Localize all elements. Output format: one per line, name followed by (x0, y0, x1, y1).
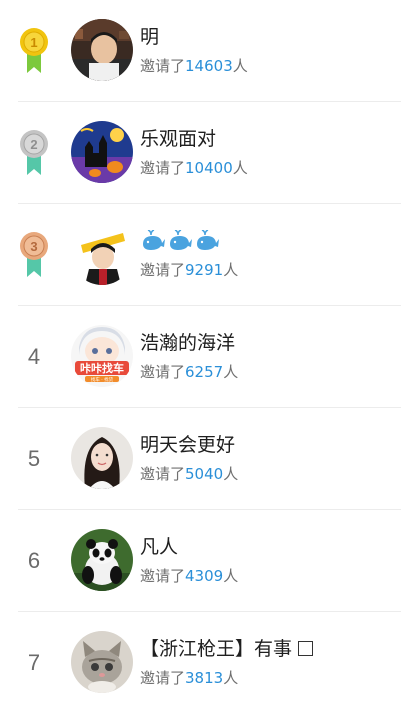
whale-icon (170, 230, 192, 250)
woman-photo-avatar (71, 427, 133, 489)
avatar[interactable] (71, 121, 133, 183)
user-name (140, 228, 220, 254)
ranking-row-3[interactable]: 3 邀请了9291人 (0, 204, 401, 306)
user-name: 【浙江枪王】有事 (140, 636, 314, 662)
halloween-castle-avatar (71, 121, 133, 183)
user-name: 明天会更好 (140, 434, 236, 456)
kitten-photo-avatar (71, 631, 133, 693)
invite-count: 3813 (185, 669, 224, 687)
whale-emoji-group (140, 228, 220, 254)
invite-count: 14603 (185, 57, 233, 75)
invite-count-text: 邀请了6257人 (140, 363, 239, 381)
avatar[interactable] (71, 631, 133, 693)
user-name: 浩瀚的海洋 (140, 332, 236, 354)
whale-icon (143, 230, 165, 250)
anime-girl-sticker-avatar: 咔咔找车 找车 · 找货 (71, 325, 133, 387)
ranking-row-2[interactable]: 2 乐观面对 邀请了10400人 (0, 102, 401, 204)
ranking-row-6[interactable]: 6 凡人 邀请了4309人 (0, 510, 401, 612)
invite-count-text: 邀请了10400人 (140, 159, 248, 177)
gold-medal-icon: 1 (14, 24, 54, 78)
invite-ranking-list: 1 明 邀请了14603人 2 乐观面对 邀请了10400人 3 邀请了9291… (0, 0, 401, 706)
svg-text:找车 · 找货: 找车 · 找货 (91, 376, 114, 383)
svg-text:2: 2 (30, 137, 37, 152)
user-name: 凡人 (140, 536, 179, 558)
avatar[interactable] (71, 19, 133, 81)
panda-photo-avatar (71, 529, 133, 591)
anime-pirate-avatar (71, 223, 133, 285)
invite-count-text: 邀请了9291人 (140, 261, 239, 279)
invite-count: 6257 (185, 363, 224, 381)
invite-count: 9291 (185, 261, 224, 279)
svg-text:3: 3 (30, 239, 37, 254)
svg-text:1: 1 (30, 35, 37, 50)
invite-count-text: 邀请了14603人 (140, 57, 248, 75)
avatar[interactable]: 咔咔找车 找车 · 找货 (71, 325, 133, 387)
whale-icon (197, 230, 219, 250)
rank-number: 6 (27, 548, 41, 573)
avatar[interactable] (71, 223, 133, 285)
boy-photo-avatar (71, 19, 133, 81)
user-name: 明 (140, 26, 160, 48)
rank-number: 4 (27, 344, 41, 369)
invite-count-text: 邀请了4309人 (140, 567, 239, 585)
bronze-medal-icon: 3 (14, 228, 54, 282)
avatar[interactable] (71, 427, 133, 489)
invite-count-text: 邀请了5040人 (140, 465, 239, 483)
box-glyph-icon (298, 641, 314, 656)
ranking-row-1[interactable]: 1 明 邀请了14603人 (0, 0, 401, 102)
ranking-row-5[interactable]: 5 明天会更好 邀请了5040人 (0, 408, 401, 510)
ranking-row-7[interactable]: 7 【浙江枪王】有事 邀请了3813人 (0, 612, 401, 714)
ranking-row-4[interactable]: 4 咔咔找车 找车 · 找货 浩瀚的海洋 邀请了6257人 (0, 306, 401, 408)
invite-count: 4309 (185, 567, 224, 585)
svg-text:咔咔找车: 咔咔找车 (80, 361, 124, 375)
silver-medal-icon: 2 (14, 126, 54, 180)
invite-count: 10400 (185, 159, 233, 177)
invite-count: 5040 (185, 465, 224, 483)
rank-number: 5 (27, 446, 41, 471)
user-name: 乐观面对 (140, 128, 217, 150)
invite-count-text: 邀请了3813人 (140, 669, 239, 687)
rank-number: 7 (27, 650, 41, 675)
avatar[interactable] (71, 529, 133, 591)
